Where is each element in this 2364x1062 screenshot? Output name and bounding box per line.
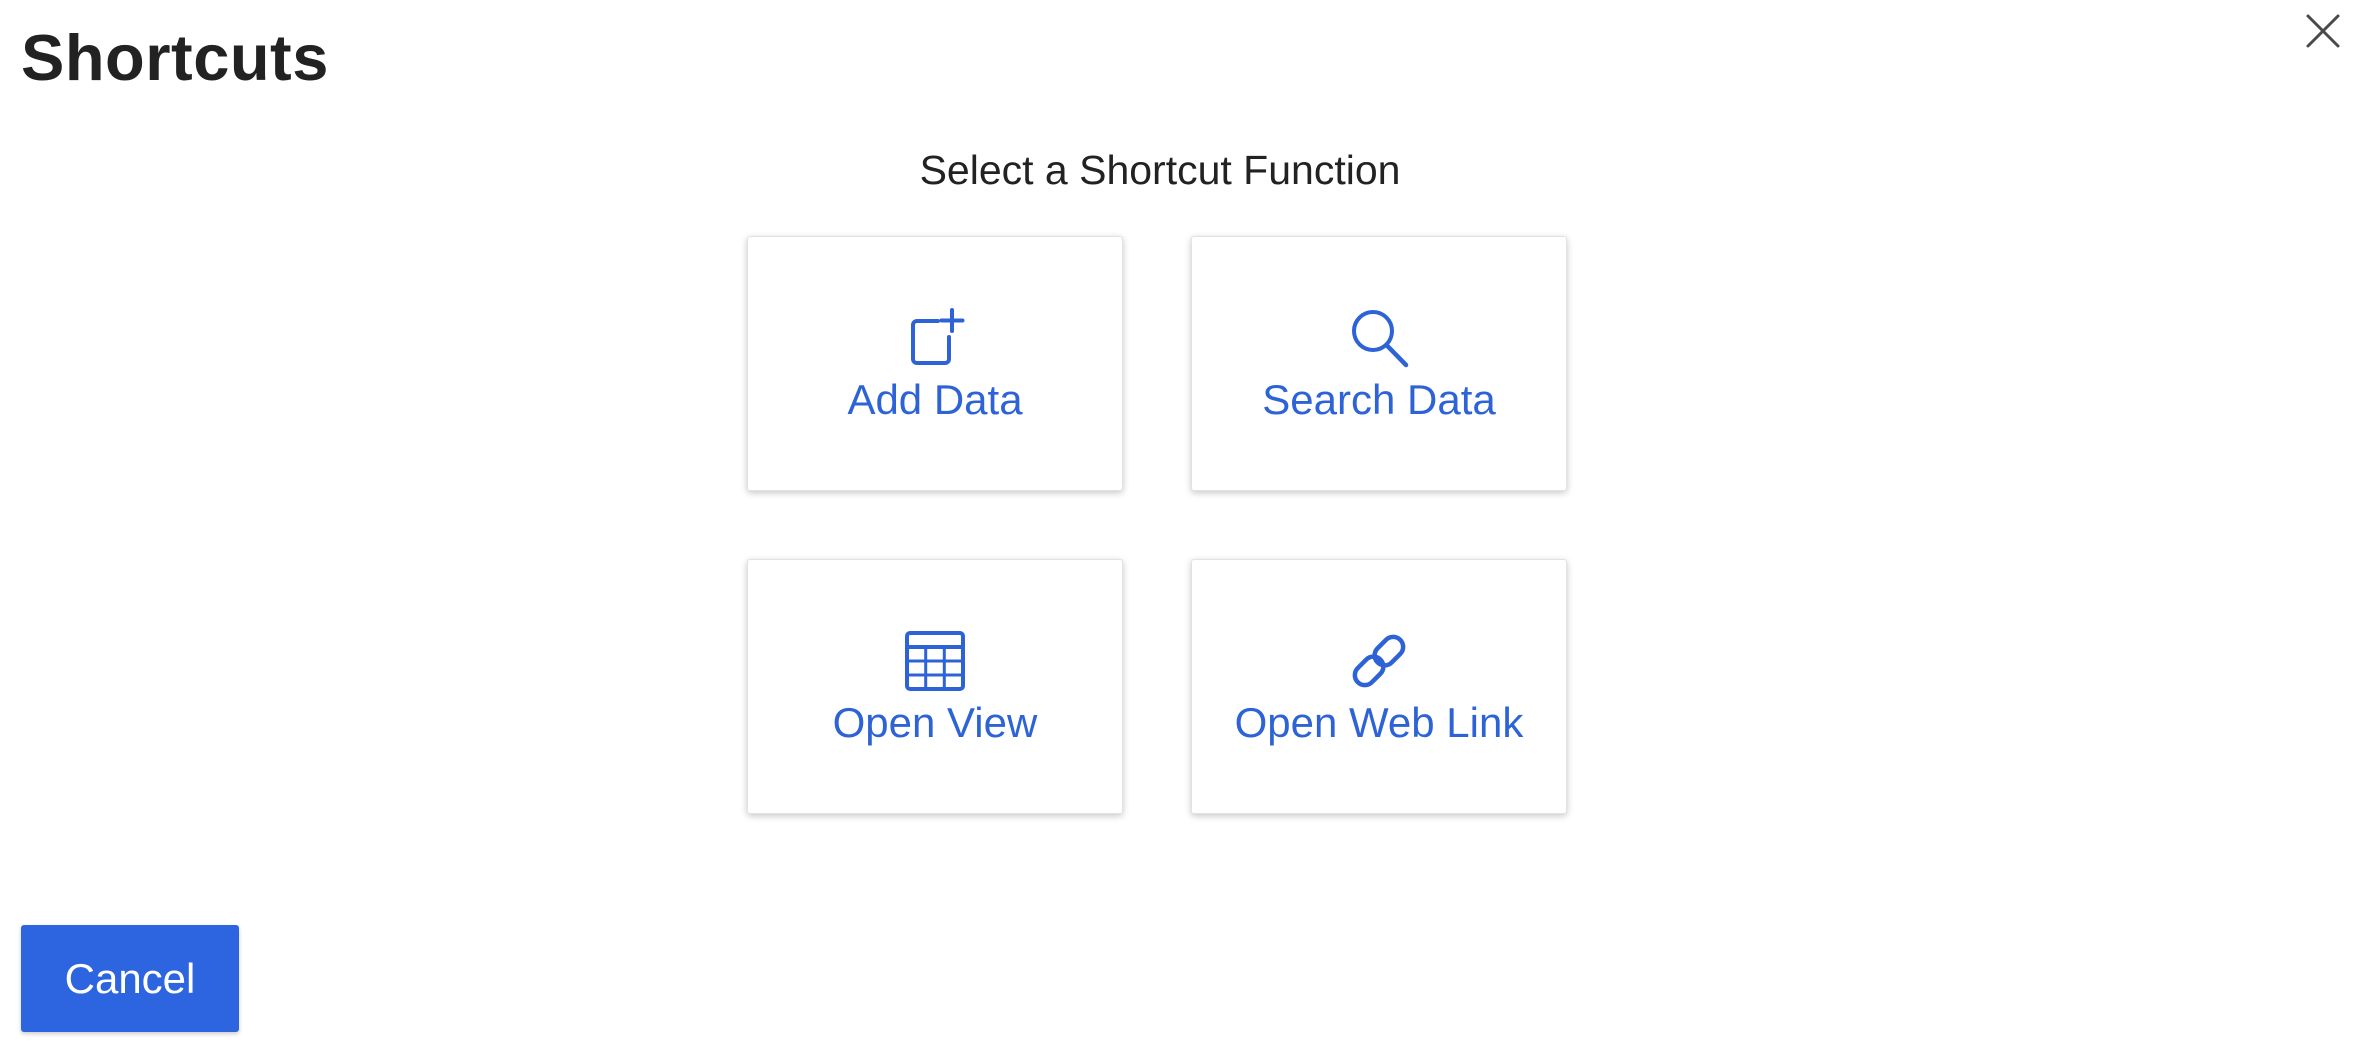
dialog-title: Shortcuts	[21, 21, 329, 94]
shortcut-card-search-data[interactable]: Search Data	[1191, 236, 1567, 491]
shortcut-card-open-web-link[interactable]: Open Web Link	[1191, 559, 1567, 814]
shortcut-card-add-data[interactable]: Add Data	[747, 236, 1123, 491]
shortcut-card-open-view[interactable]: Open View	[747, 559, 1123, 814]
cancel-button[interactable]: Cancel	[21, 925, 239, 1032]
add-square-icon	[911, 308, 965, 365]
table-grid-icon	[905, 631, 965, 691]
shortcuts-dialog: Shortcuts Select a Shortcut Function Add…	[0, 0, 2364, 1062]
shortcut-label: Add Data	[847, 376, 1023, 423]
close-button[interactable]	[2300, 8, 2346, 54]
shortcut-label: Search Data	[1262, 376, 1496, 423]
shortcut-label: Open Web Link	[1234, 699, 1524, 746]
shortcut-label: Open View	[832, 699, 1038, 746]
close-icon	[2306, 14, 2340, 48]
dialog-subtitle: Select a Shortcut Function	[919, 147, 1401, 193]
search-icon	[1352, 310, 1409, 368]
shortcut-grid: Add Data Search Data Open View Open Web …	[747, 236, 1569, 816]
link-icon	[1352, 634, 1406, 688]
